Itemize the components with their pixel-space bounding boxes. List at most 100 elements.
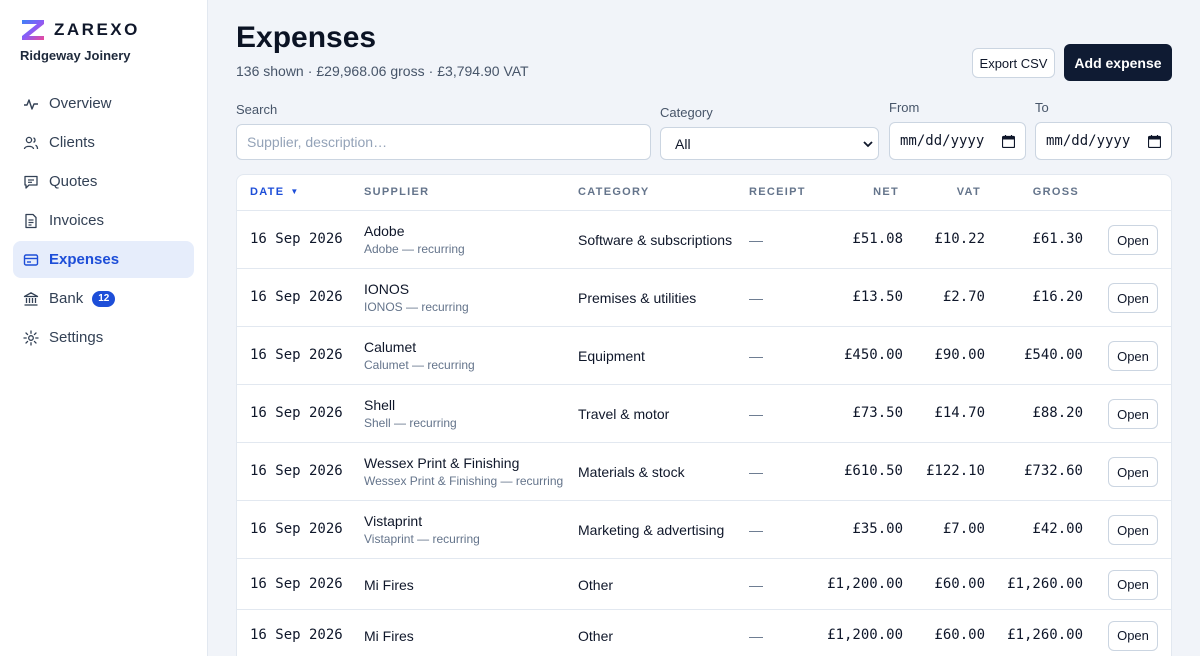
- receipt-cell: —: [749, 464, 763, 480]
- supplier-description: Adobe — recurring: [364, 242, 465, 256]
- table-row[interactable]: 16 Sep 2026 Adobe Adobe — recurring Softwar…: [237, 211, 1171, 269]
- calendar-icon[interactable]: [1148, 135, 1161, 148]
- calendar-icon[interactable]: [1002, 135, 1015, 148]
- expense-summary: 136 shown · £29,968.06 gross · £3,794.90 VAT: [236, 63, 529, 79]
- supplier-name: Mi Fires: [364, 576, 414, 593]
- column-header-supplier[interactable]: SUPPLIER: [364, 186, 429, 198]
- sidebar-item-label: Quotes: [49, 173, 98, 190]
- sidebar-item-expenses[interactable]: Expenses: [13, 241, 194, 278]
- table-row[interactable]: 16 Sep 2026 Calumet Calumet — recurring Equ…: [237, 327, 1171, 385]
- supplier-description: Calumet — recurring: [364, 358, 475, 372]
- table-row[interactable]: 16 Sep 2026 Mi Fires Other — £1,200.00 £60.00…: [237, 559, 1171, 610]
- gross-amount: £540.00: [1023, 347, 1083, 363]
- search-label: Search: [236, 102, 278, 117]
- supplier-name: Mi Fires: [364, 627, 414, 644]
- zarexo-logo-icon: [22, 20, 44, 40]
- supplier-description: Vistaprint — recurring: [364, 532, 480, 546]
- shown-count: 136 shown: [236, 63, 304, 79]
- column-header-category[interactable]: CATEGORY: [578, 186, 650, 198]
- supplier-name: IONOS: [364, 281, 410, 297]
- export-csv-button[interactable]: Export CSV: [972, 48, 1055, 78]
- open-expense-button[interactable]: Open: [1108, 515, 1158, 545]
- company-name: Ridgeway Joinery: [20, 48, 131, 63]
- supplier-name: Vistaprint: [364, 513, 423, 529]
- net-amount: £610.50: [843, 463, 903, 479]
- from-date-value: mm/dd/yyyy: [900, 133, 985, 149]
- net-amount: £13.50: [852, 289, 903, 305]
- category-cell: Travel & motor: [578, 406, 670, 422]
- open-expense-button[interactable]: Open: [1108, 620, 1158, 651]
- sidebar-item-label: Clients: [49, 134, 95, 151]
- vat-amount: £90.00: [934, 347, 985, 363]
- supplier-name: Wessex Print & Finishing: [364, 455, 520, 471]
- vat-amount: £2.70: [942, 289, 985, 305]
- sidebar-item-clients[interactable]: Clients: [13, 124, 194, 161]
- vat-amount: £60.00: [934, 575, 985, 592]
- open-expense-button[interactable]: Open: [1108, 569, 1158, 600]
- sidebar-item-label: Overview: [49, 95, 112, 112]
- sidebar-item-quotes[interactable]: Quotes: [13, 163, 194, 200]
- sidebar-item-overview[interactable]: Overview: [13, 85, 194, 122]
- gross-total: £29,968.06 gross: [316, 63, 425, 79]
- net-amount: £1,200.00: [827, 626, 903, 643]
- summary-separator: ·: [307, 63, 313, 79]
- supplier-cell: Shell Shell — recurring: [364, 397, 457, 430]
- brand-name: ZAREXO: [54, 20, 140, 39]
- gross-amount: £732.60: [1023, 463, 1083, 479]
- supplier-cell: Mi Fires: [364, 628, 414, 644]
- to-date-input[interactable]: mm/dd/yyyy: [1035, 122, 1172, 160]
- expense-date: 16 Sep 2026: [250, 521, 343, 537]
- column-header-net[interactable]: NET: [873, 186, 899, 198]
- table-row[interactable]: 16 Sep 2026 Mi Fires Other — £1,200.00 £60.00…: [237, 610, 1171, 656]
- column-header-date[interactable]: DATE ▼: [250, 186, 300, 198]
- category-label: Category: [660, 105, 713, 120]
- table-row[interactable]: 16 Sep 2026 Vistaprint Vistaprint — recurr…: [237, 501, 1171, 559]
- sidebar-item-invoices[interactable]: Invoices: [13, 202, 194, 239]
- expense-date: 16 Sep 2026: [250, 231, 343, 247]
- receipt-cell: —: [749, 627, 763, 644]
- open-expense-button[interactable]: Open: [1108, 283, 1158, 313]
- vat-amount: £10.22: [934, 231, 985, 247]
- column-header-receipt[interactable]: RECEIPT: [749, 186, 806, 198]
- column-header-gross[interactable]: GROSS: [1033, 186, 1079, 198]
- gross-amount: £88.20: [1032, 405, 1083, 421]
- supplier-name: Shell: [364, 397, 396, 413]
- net-amount: £450.00: [843, 347, 903, 363]
- vat-amount: £60.00: [934, 626, 985, 643]
- to-label: To: [1035, 100, 1049, 115]
- expense-date: 16 Sep 2026: [250, 347, 343, 363]
- supplier-cell: Wessex Print & Finishing Wessex Print & F…: [364, 455, 563, 488]
- gross-amount: £42.00: [1032, 521, 1083, 537]
- expense-date: 16 Sep 2026: [250, 463, 343, 479]
- expense-date: 16 Sep 2026: [250, 575, 343, 592]
- brand-logo[interactable]: ZAREXO: [20, 18, 140, 42]
- activity-icon: [24, 98, 38, 110]
- file-text-icon: [25, 213, 37, 228]
- open-expense-button[interactable]: Open: [1108, 225, 1158, 255]
- open-expense-button[interactable]: Open: [1108, 399, 1158, 429]
- supplier-cell: IONOS IONOS — recurring: [364, 281, 469, 314]
- supplier-description: IONOS — recurring: [364, 300, 469, 314]
- sort-desc-icon: ▼: [290, 187, 300, 196]
- supplier-cell: Vistaprint Vistaprint — recurring: [364, 513, 480, 546]
- gear-icon: [23, 329, 39, 346]
- vat-total: £3,794.90 VAT: [437, 63, 529, 79]
- add-expense-button[interactable]: Add expense: [1064, 44, 1172, 81]
- search-input[interactable]: Supplier, description…: [236, 124, 651, 160]
- category-select[interactable]: All: [660, 127, 879, 160]
- net-amount: £73.50: [852, 405, 903, 421]
- from-date-input[interactable]: mm/dd/yyyy: [889, 122, 1026, 160]
- table-row[interactable]: 16 Sep 2026 Shell Shell — recurring Travel …: [237, 385, 1171, 443]
- open-expense-button[interactable]: Open: [1108, 341, 1158, 371]
- sidebar-item-bank[interactable]: Bank 12: [13, 280, 194, 317]
- sidebar-item-settings[interactable]: Settings: [13, 319, 194, 356]
- table-row[interactable]: 16 Sep 2026 Wessex Print & Finishing Wesse…: [237, 443, 1171, 501]
- supplier-cell: Mi Fires: [364, 577, 414, 593]
- from-label: From: [889, 100, 920, 115]
- table-row[interactable]: 16 Sep 2026 IONOS IONOS — recurring Premise…: [237, 269, 1171, 327]
- open-expense-button[interactable]: Open: [1108, 457, 1158, 487]
- category-value: All: [675, 135, 691, 152]
- sidebar-item-label: Invoices: [49, 212, 105, 229]
- sidebar-item-label: Settings: [49, 329, 104, 346]
- column-header-vat[interactable]: VAT: [957, 186, 981, 198]
